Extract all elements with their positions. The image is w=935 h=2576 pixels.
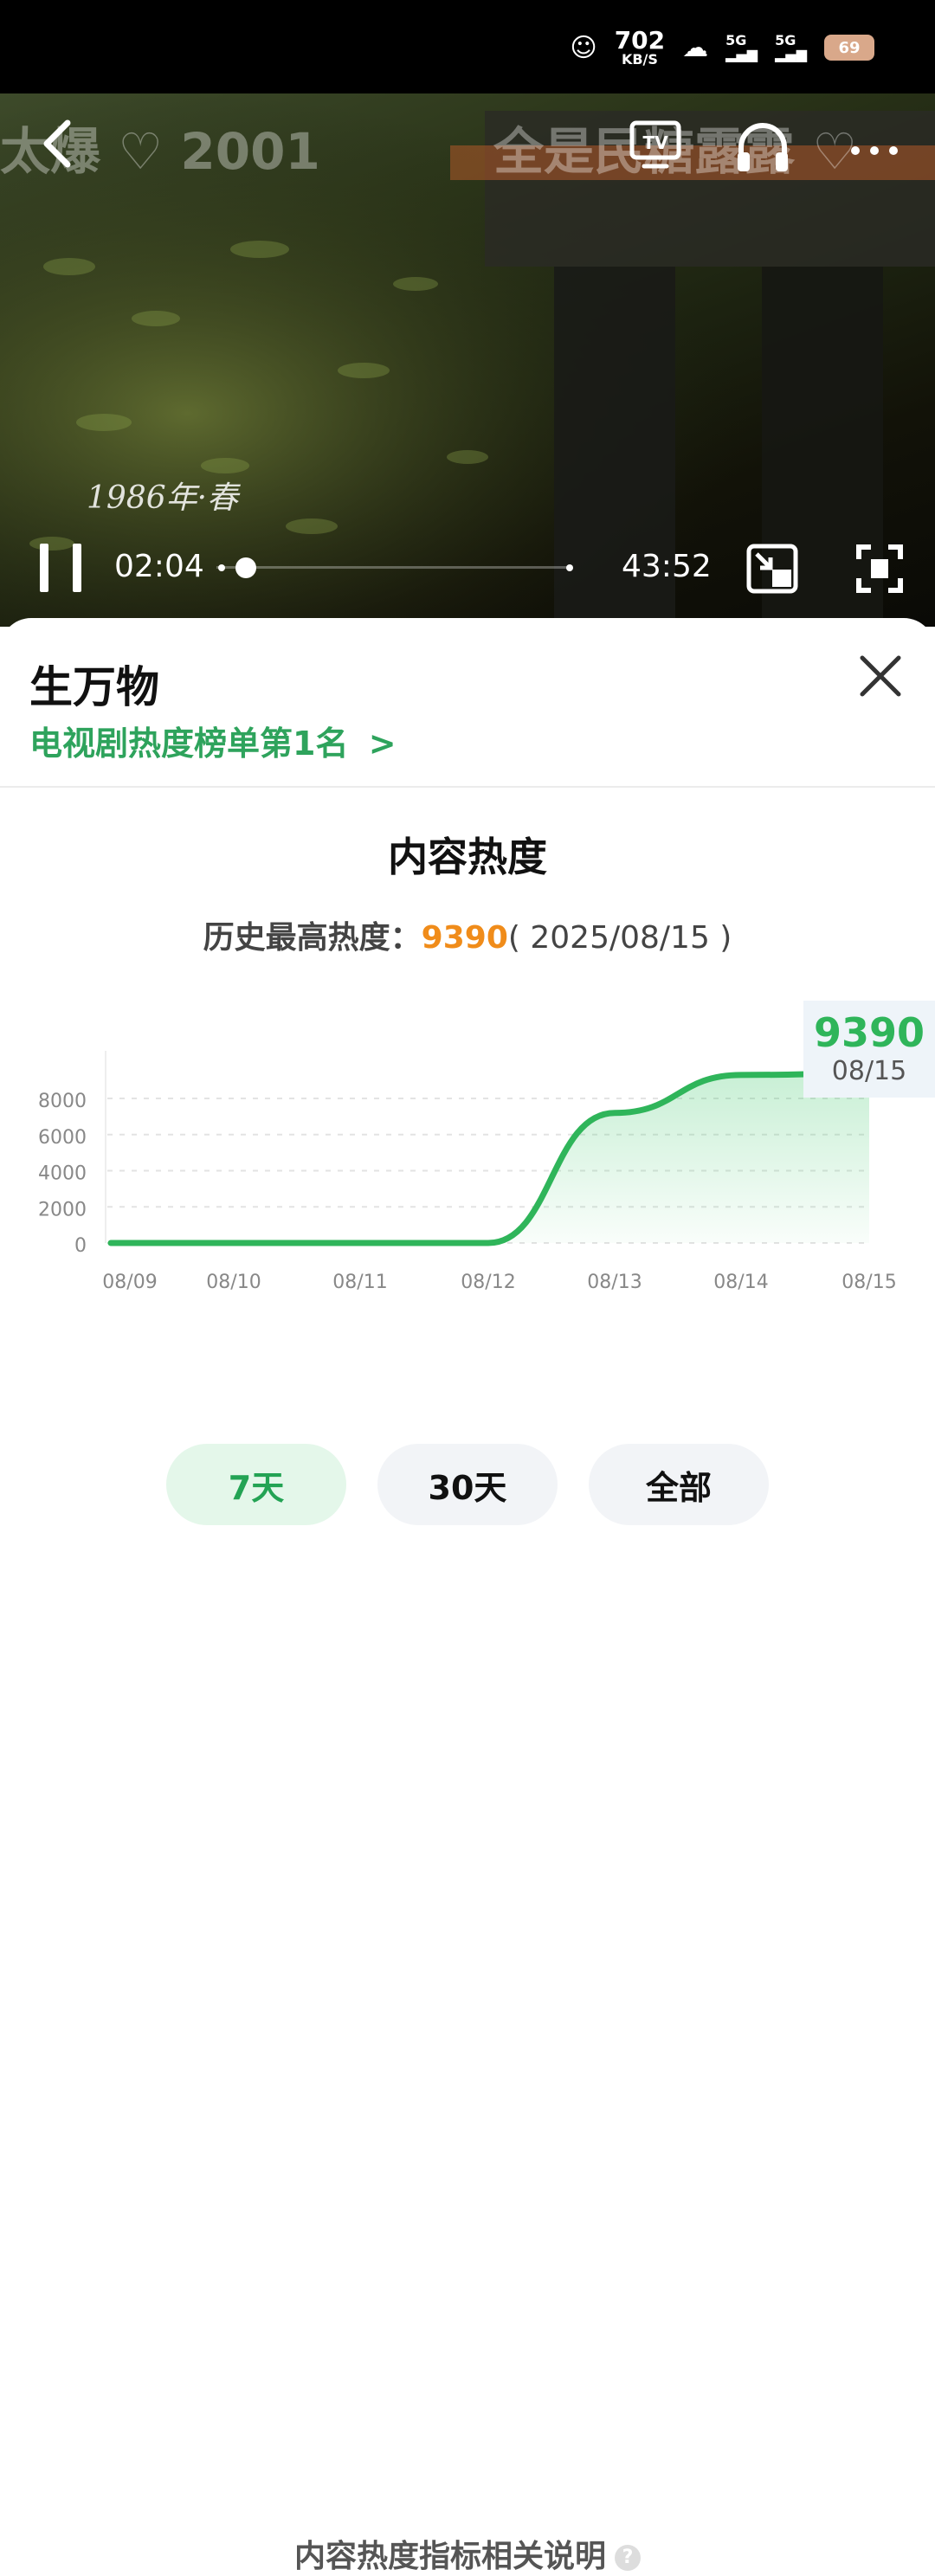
tab-7-days[interactable]: 7天 xyxy=(166,1444,346,1525)
heat-chart[interactable]: 0 2000 4000 6000 8000 08/09 08/10 08/11 08/12 08/… xyxy=(0,999,935,1311)
x-tick-label: 08/09 xyxy=(102,1272,157,1293)
status-bar: ☺ 702 KB/S ☁ 5G ▂▄▆ 5G ▂▄▆ 69 xyxy=(0,0,935,93)
battery-icon: 69 xyxy=(824,35,874,61)
fullscreen-icon[interactable] xyxy=(855,544,904,594)
divider xyxy=(0,786,935,788)
year-caption: 1986年·春 xyxy=(87,480,239,516)
signal-2: 5G ▂▄▆ xyxy=(775,32,807,62)
status-icons: ☺ 702 KB/S ☁ 5G ▂▄▆ 5G ▂▄▆ 69 xyxy=(570,26,874,69)
x-tick-label: 08/14 xyxy=(713,1272,768,1293)
chevron-right-icon: > xyxy=(368,724,397,763)
y-tick-label: 4000 xyxy=(38,1163,87,1185)
picture-in-picture-icon[interactable] xyxy=(746,544,798,594)
tooltip-value: 9390 xyxy=(813,1009,925,1056)
tab-all[interactable]: 全部 xyxy=(589,1444,769,1525)
x-tick-label: 08/10 xyxy=(206,1272,261,1293)
progress-thumb[interactable] xyxy=(235,557,256,578)
app-mascot-icon: ☺ xyxy=(570,32,597,63)
y-tick-label: 0 xyxy=(74,1235,87,1257)
peak-heat-line: 历史最高热度：9390( 2025/08/15 ) xyxy=(0,912,935,957)
current-time: 02:04 xyxy=(114,549,204,584)
total-time: 43:52 xyxy=(622,549,712,584)
signal-1: 5G ▂▄▆ xyxy=(725,32,758,62)
heat-sheet: 生万物 电视剧热度榜单第1名 > 内容热度 历史最高热度：9390( 2025/… xyxy=(0,618,935,2574)
signal-bars-icon: ▂▄▆ xyxy=(775,46,807,62)
progress-start-dot xyxy=(218,564,225,571)
hotspot-icon: ☁ xyxy=(682,32,709,63)
footer-text: 内容热度指标相关说明 xyxy=(293,2539,606,2574)
range-tabs: 7天 30天 全部 xyxy=(0,1444,935,1527)
x-tick-label: 08/12 xyxy=(461,1272,515,1293)
heat-explanation-link[interactable]: 内容热度指标相关说明? xyxy=(0,2531,935,2576)
progress-track[interactable] xyxy=(216,566,571,569)
tab-30-days[interactable]: 30天 xyxy=(377,1444,558,1525)
player-controls: 02:04 43:52 xyxy=(0,544,935,613)
show-title: 生万物 xyxy=(29,661,159,712)
close-icon[interactable] xyxy=(857,653,904,699)
peak-date: ( 2025/08/15 ) xyxy=(507,920,732,956)
rank-link[interactable]: 电视剧热度榜单第1名 > xyxy=(29,717,397,764)
chart-tooltip: 9390 08/15 xyxy=(803,1001,935,1098)
x-tick-label: 08/11 xyxy=(332,1272,387,1293)
peak-label: 历史最高热度： xyxy=(203,920,422,956)
audio-mode-icon[interactable] xyxy=(734,119,791,173)
more-icon[interactable] xyxy=(848,144,900,158)
progress-marker-dot xyxy=(566,564,573,571)
rank-text: 电视剧热度榜单第1名 xyxy=(29,724,349,763)
y-tick-label: 2000 xyxy=(38,1199,87,1220)
network-speed: 702 KB/S xyxy=(614,26,666,68)
y-tick-label: 8000 xyxy=(38,1091,87,1112)
tv-cast-icon[interactable]: TV xyxy=(629,119,682,171)
tooltip-date: 08/15 xyxy=(831,1056,907,1086)
x-tick-label: 08/15 xyxy=(842,1272,896,1293)
x-tick-label: 08/13 xyxy=(587,1272,642,1293)
series-area xyxy=(111,1073,869,1243)
peak-value: 9390 xyxy=(421,920,508,956)
svg-text:TV: TV xyxy=(642,132,668,153)
help-icon: ? xyxy=(615,2545,641,2571)
section-title: 内容热度 xyxy=(388,834,547,880)
back-icon[interactable] xyxy=(40,118,74,170)
signal-bars-icon: ▂▄▆ xyxy=(725,46,758,62)
y-tick-label: 6000 xyxy=(38,1127,87,1149)
video-player[interactable]: 太爆 ♡ 2001 全是民糖露露 ♡ TV 1986年·春 02:04 43:5… xyxy=(0,93,935,627)
pause-button[interactable] xyxy=(38,544,83,592)
